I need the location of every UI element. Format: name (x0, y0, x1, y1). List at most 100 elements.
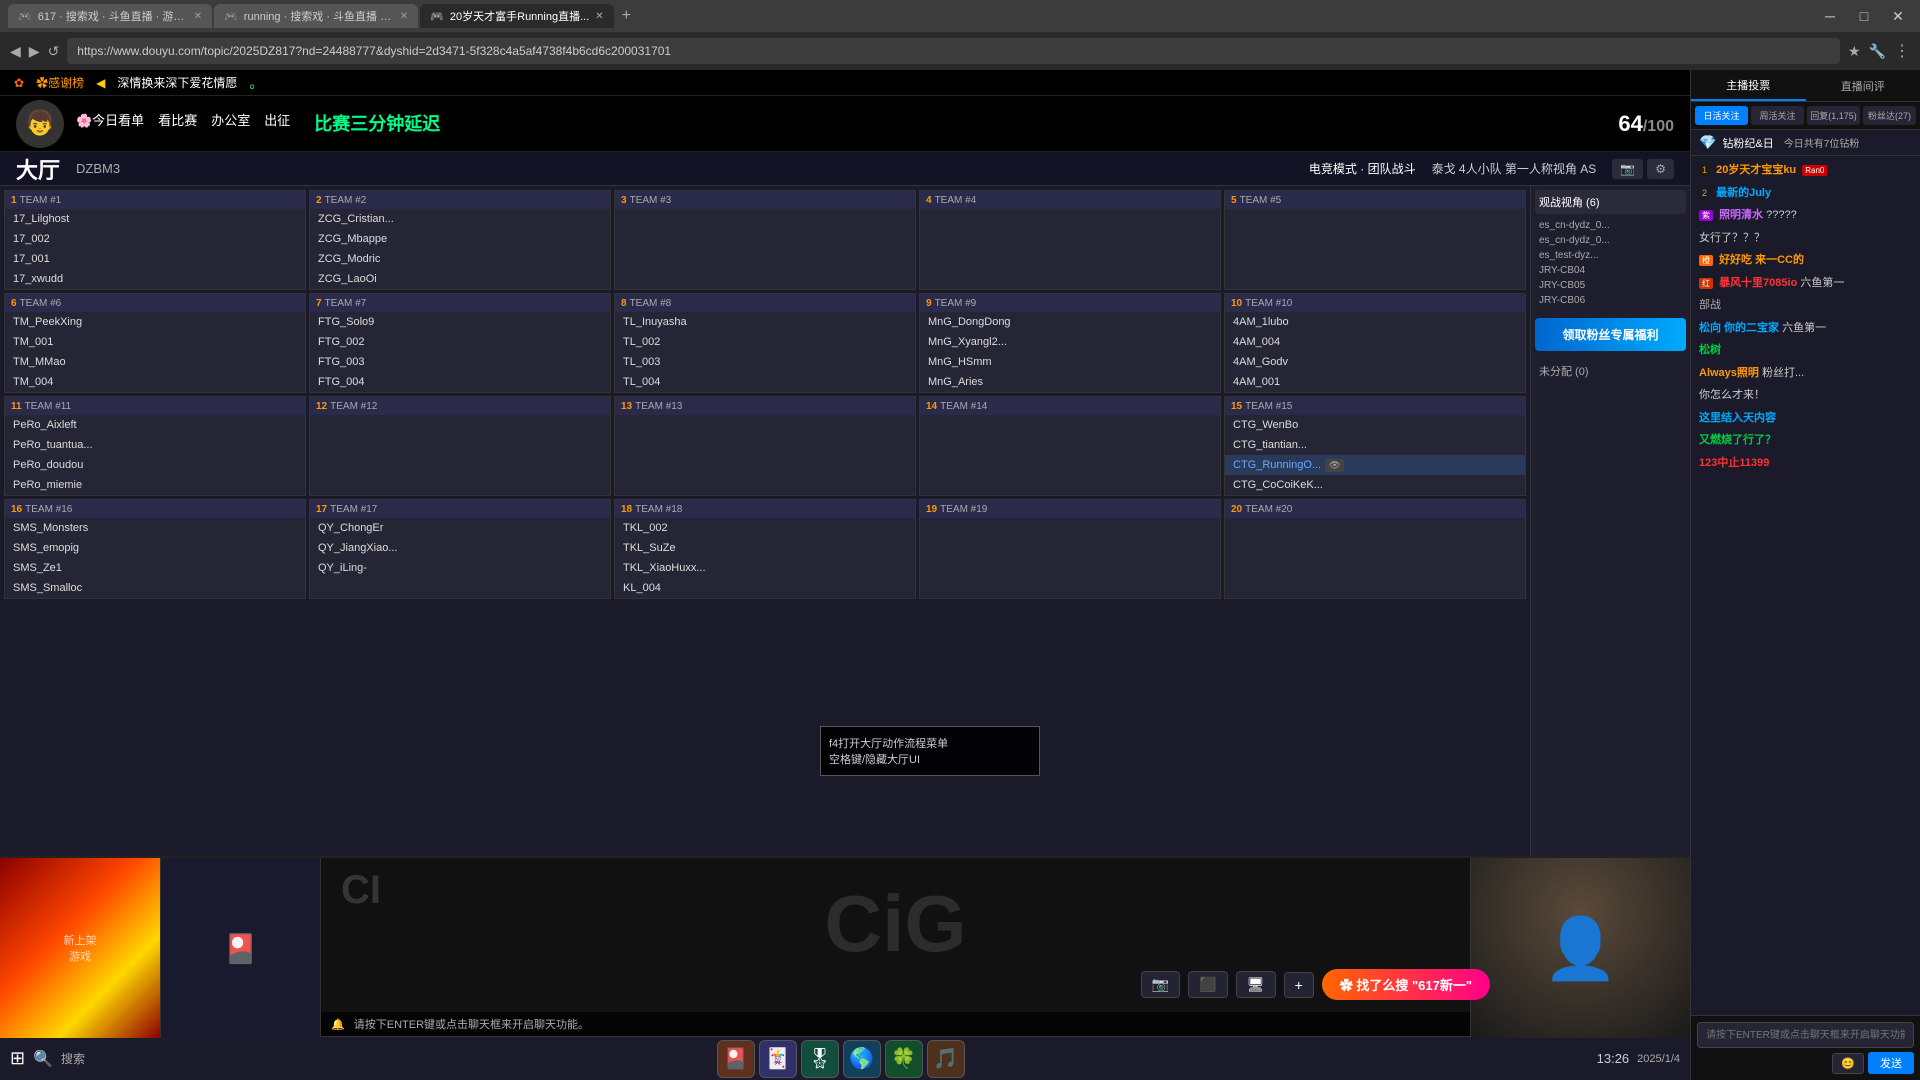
extensions-button[interactable]: 🔧 (1869, 43, 1886, 60)
chat-input[interactable] (1697, 1022, 1914, 1048)
thumb-2[interactable]: 🎴 (160, 858, 320, 1038)
unassigned-label: 未分配 (0) (1535, 359, 1686, 383)
emote-3[interactable]: 🎖 (801, 1040, 839, 1078)
team-9-p3: MnG_HSmm (920, 352, 1220, 372)
fan-benefit-btn[interactable]: 领取粉丝专属福利 (1535, 318, 1686, 351)
section-tabs: 日活关注 周活关注 回复(1,175) 粉丝达(27) (1691, 102, 1920, 130)
team-17-p2: QY_JiangXiao... (310, 538, 610, 558)
chat-msg-11: 这里结入天内容 (1695, 408, 1916, 429)
section-tab-4[interactable]: 粉丝达(27) (1863, 106, 1916, 125)
team-6-header: 6TEAM #6 (5, 294, 305, 312)
team-1-header: 1TEAM #1 (5, 191, 305, 209)
chat-emoji-btn[interactable]: 😊 (1832, 1053, 1864, 1074)
cig-overlay: CiG (824, 878, 966, 970)
team-block-10: 10TEAM #10 4AM_1lubo 4AM_004 4AM_Godv 4A… (1224, 293, 1526, 393)
address-bar: ◀ ▶ ↺ ★ 🔧 ⋮ (0, 32, 1920, 70)
header-link-1[interactable]: 🌸今日看单 (76, 110, 144, 136)
search-icon[interactable]: 🔍 (33, 1049, 53, 1069)
team-block-3: 3TEAM #3 (614, 190, 916, 290)
team-block-1: 1TEAM #1 17_Lilghost 17_002 17_001 17_xw… (4, 190, 306, 290)
maximize-button[interactable]: □ (1850, 6, 1878, 26)
camera-btn[interactable]: 📷 (1612, 159, 1643, 179)
emote-6[interactable]: 🎵 (927, 1040, 965, 1078)
team-block-16: 16TEAM #16 SMS_Monsters SMS_emopig SMS_Z… (4, 499, 306, 599)
url-input[interactable] (67, 38, 1840, 64)
tab-3[interactable]: 🎮 20岁天才富手Running直播... ✕ (420, 4, 613, 28)
stream-ctrl-1[interactable]: 📷 (1141, 971, 1180, 998)
team-17-p3: QY_iLing- (310, 558, 610, 578)
team-11-p3: PeRo_doudou (5, 455, 305, 475)
back-button[interactable]: ◀ (10, 43, 21, 60)
chat-user-11: 这里结入天内容 (1699, 412, 1776, 424)
team-block-2: 2TEAM #2 ZCG_Cristian... ZCG_Mbappe ZCG_… (309, 190, 611, 290)
sidebar-tab-live[interactable]: 直播间评 (1806, 70, 1920, 101)
stream-ctrl-plus[interactable]: + (1284, 972, 1314, 998)
bookmark-button[interactable]: ★ (1848, 43, 1861, 60)
online-current: 64 (1618, 111, 1642, 136)
tab-2[interactable]: 🎮 running · 搜索戏 · 斗鱼直播 · 游... ✕ (214, 4, 418, 28)
spectator-item-2: es_cn-dydz_0... (1535, 233, 1686, 248)
chat-msg-9: Always照明 粉丝打... (1695, 363, 1916, 384)
close-button[interactable]: ✕ (1884, 6, 1912, 26)
header-link-4[interactable]: 出征 (264, 110, 290, 136)
stream-area: ✿ ✿感谢榜 ◀ 深情换来深下爱花情愿 。 👦 🌸今日看单 看比赛 办公室 出征… (0, 70, 1690, 1080)
sidebar-tab-host[interactable]: 主播投票 (1691, 70, 1806, 101)
team-11-p4: PeRo_miemie (5, 475, 305, 495)
header-link-3[interactable]: 办公室 (211, 110, 250, 136)
thumb-1[interactable]: 新上架游戏 (0, 858, 160, 1038)
stream-ctrl-2[interactable]: ⬛ (1188, 971, 1227, 998)
chat-user-2: 最新的July (1716, 187, 1771, 199)
tab-3-close[interactable]: ✕ (595, 11, 603, 22)
team-16-p2: SMS_emopig (5, 538, 305, 558)
emote-2[interactable]: 🃏 (759, 1040, 797, 1078)
chat-send-btn[interactable]: 发送 (1868, 1052, 1914, 1074)
chat-text-9: 粉丝打... (1762, 367, 1804, 379)
team-block-14: 14TEAM #14 (919, 396, 1221, 496)
section-tab-2[interactable]: 周活关注 (1751, 106, 1804, 125)
lobby-id: DZBM3 (76, 161, 120, 176)
chat-msg-3b: 女行了？？？ (1695, 228, 1916, 249)
window-controls: ─ □ ✕ (1816, 6, 1912, 26)
chat-user-5-badge: 红 (1699, 278, 1713, 289)
team-16-header: 16TEAM #16 (5, 500, 305, 518)
new-tab-button[interactable]: + (616, 7, 637, 25)
windows-icon[interactable]: ⊞ (10, 1048, 25, 1069)
send-gift-bar-btn[interactable]: ✿ 找了么搜 "617新一" (1322, 969, 1490, 1000)
lobby-mode: 电竞模式 · 团队战斗 (1309, 160, 1416, 177)
chat-msg-6-text: 部战 (1699, 299, 1721, 311)
team-11-p1: PeRo_Aixleft (5, 415, 305, 435)
browser-chrome: 🎮 617 · 搜索戏 · 斗鱼直播 · 游戏... ✕ 🎮 running ·… (0, 0, 1920, 70)
fan-badge-row: 💎 钻粉纪&日 今日共有7位钻粉 (1691, 130, 1920, 156)
tab-2-close[interactable]: ✕ (400, 11, 408, 22)
section-tab-3[interactable]: 回复(1,175) (1807, 106, 1860, 125)
stream-ctrl-3[interactable]: 🖥 (1236, 971, 1276, 998)
bottom-overlay: 新上架游戏 🎴 CiG CI 🔔 请按下ENTER键或点击聊天框来开启聊天功能。 (0, 856, 1690, 1036)
emote-1[interactable]: 🎴 (717, 1040, 755, 1078)
tab-3-label: 20岁天才富手Running直播... (450, 8, 589, 24)
taskbar-right: 13:26 2025/1/4 (1597, 1051, 1680, 1066)
forward-button[interactable]: ▶ (29, 43, 40, 60)
chat-msg-2: 2 最新的July (1695, 183, 1916, 204)
team-7-p3: FTG_003 (310, 352, 610, 372)
header-link-2[interactable]: 看比赛 (158, 110, 197, 136)
refresh-button[interactable]: ↺ (48, 43, 60, 60)
emote-4[interactable]: 🌎 (843, 1040, 881, 1078)
spectator-panel: 观战视角 (6) es_cn-dydz_0... es_cn-dydz_0...… (1530, 186, 1690, 856)
team-1-p4: 17_xwudd (5, 269, 305, 289)
team-8-p1: TL_Inuyasha (615, 312, 915, 332)
right-sidebar: 主播投票 直播间评 日活关注 周活关注 回复(1,175) 粉丝达(27) 💎 … (1690, 70, 1920, 1080)
emote-5[interactable]: 🍀 (885, 1040, 923, 1078)
team-10-header: 10TEAM #10 (1225, 294, 1525, 312)
menu-button[interactable]: ⋮ (1894, 41, 1910, 61)
tooltip-line1: f4打开大厅动作流程菜单 (829, 735, 1031, 751)
minimize-button[interactable]: ─ (1816, 6, 1844, 26)
team-16-p4: SMS_Smalloc (5, 578, 305, 598)
section-tab-1[interactable]: 日活关注 (1695, 106, 1748, 125)
team-block-8: 8TEAM #8 TL_Inuyasha TL_002 TL_003 TL_00… (614, 293, 916, 393)
settings-btn[interactable]: ⚙ (1647, 159, 1674, 179)
tab-1[interactable]: 🎮 617 · 搜索戏 · 斗鱼直播 · 游戏... ✕ (8, 4, 212, 28)
team-16-p3: SMS_Ze1 (5, 558, 305, 578)
streamer-avatar: 👦 (16, 100, 64, 148)
chat-hint-icon: 🔔 (331, 1019, 345, 1031)
tab-1-close[interactable]: ✕ (194, 11, 202, 22)
